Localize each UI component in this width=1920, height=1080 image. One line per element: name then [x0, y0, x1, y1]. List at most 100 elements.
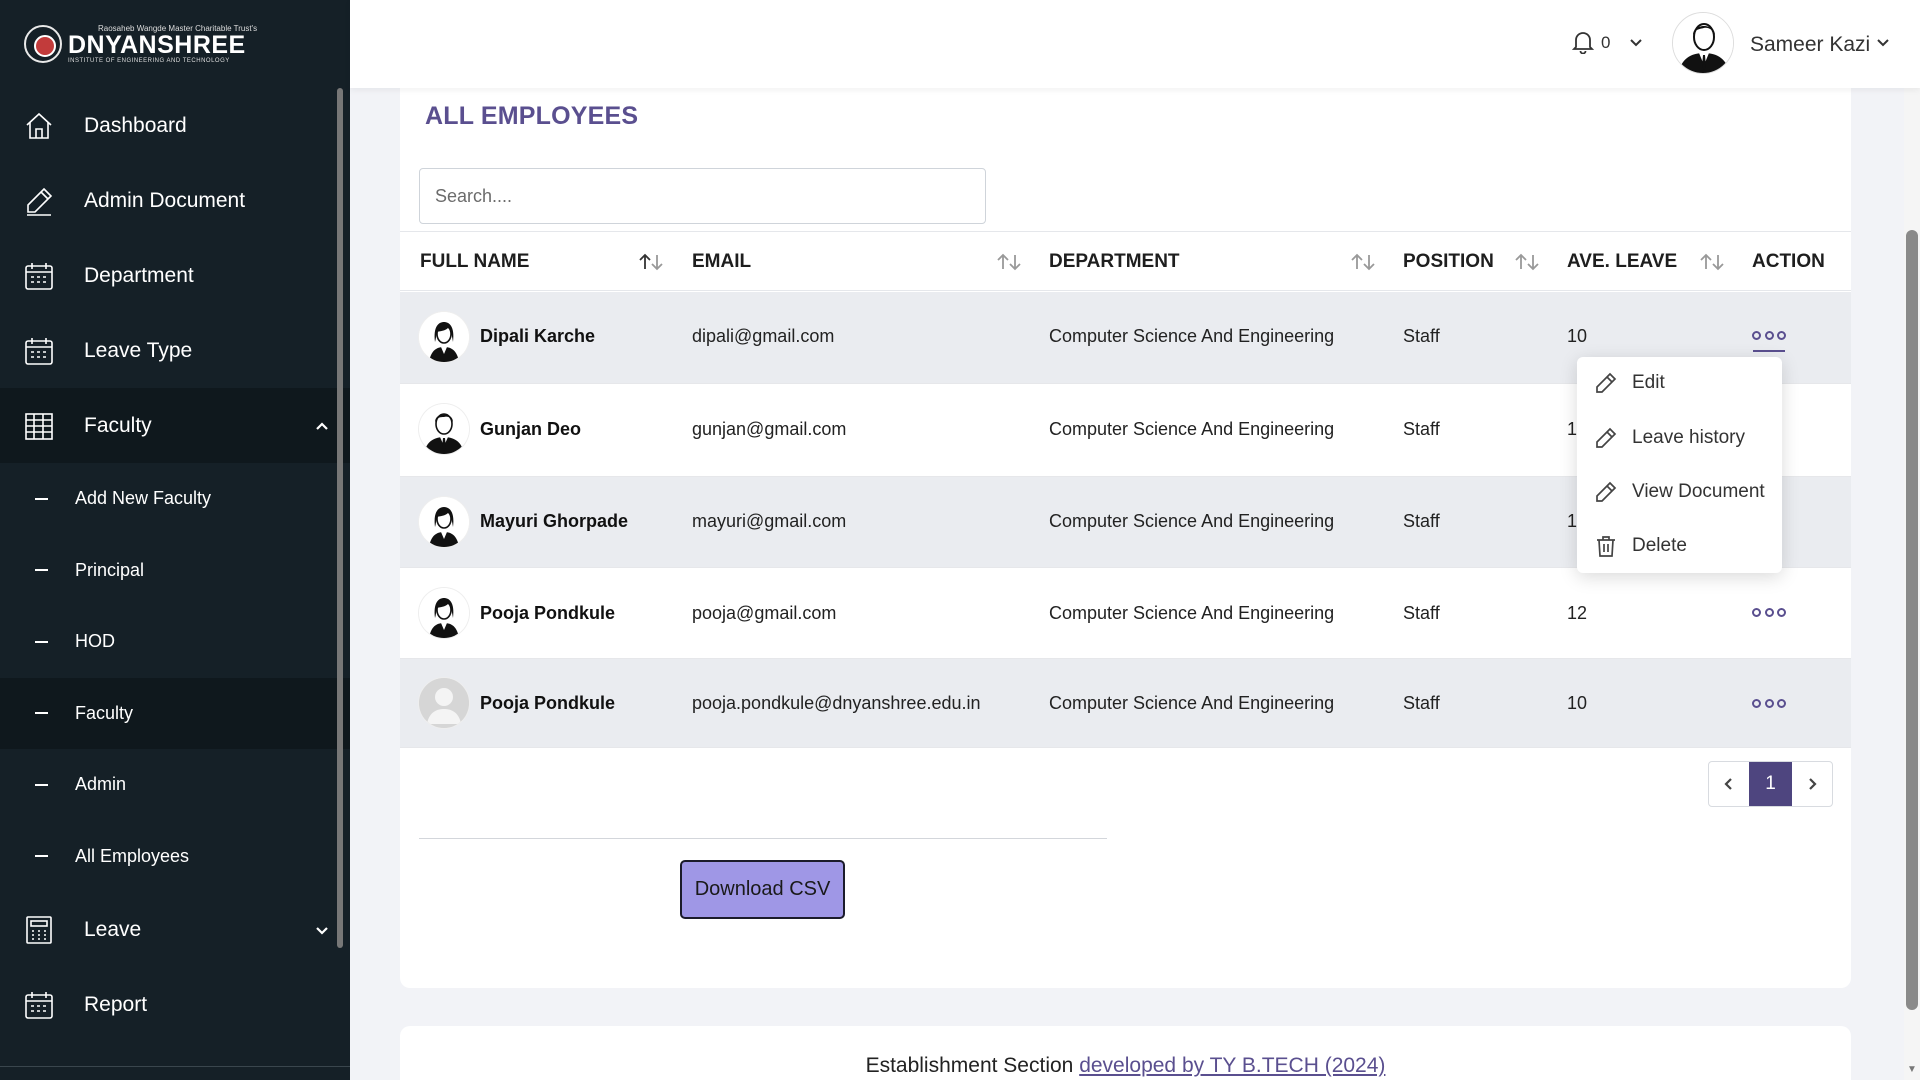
employee-position: Staff	[1403, 326, 1440, 346]
notification-count: 0	[1601, 33, 1611, 52]
chevron-down-icon[interactable]	[1876, 35, 1890, 49]
sidebar-item-dashboard[interactable]: Dashboard	[0, 88, 350, 163]
sidebar-item-report[interactable]: Report	[0, 967, 350, 1042]
sort-icon[interactable]	[1348, 252, 1378, 272]
sidebar: Raosaheb Wangde Master Charitable Trust'…	[0, 0, 350, 1080]
calendar-icon	[22, 988, 56, 1022]
pencil-icon	[22, 184, 56, 218]
brand-subtitle: INSTITUTE OF ENGINEERING AND TECHNOLOGY	[68, 57, 230, 64]
user-name[interactable]: Sameer Kazi	[1750, 33, 1870, 57]
sidebar-item-label: Dashboard	[84, 113, 187, 137]
employee-department: Computer Science And Engineering	[1049, 603, 1335, 623]
employee-email: pooja@gmail.com	[692, 603, 837, 623]
employee-department: Computer Science And Engineering	[1049, 419, 1335, 439]
sort-icon[interactable]	[994, 252, 1024, 272]
column-header-ave-leave[interactable]: AVE. LEAVE	[1567, 251, 1677, 273]
download-csv-button[interactable]: Download CSV	[680, 860, 845, 919]
bell-icon[interactable]	[1571, 30, 1595, 55]
sidebar-item-leave-type[interactable]: Leave Type	[0, 313, 350, 388]
dash-icon	[35, 783, 48, 786]
column-header-department[interactable]: DEPARTMENT	[1049, 251, 1180, 273]
employee-name: Mayuri Ghorpade	[480, 511, 629, 531]
menu-item-label: Edit	[1632, 372, 1665, 393]
topbar: 0 Sameer Kazi	[350, 0, 1920, 88]
menu-item-delete[interactable]: Delete	[1594, 531, 1687, 561]
pencil-icon	[1596, 481, 1617, 502]
action-focus-underline	[1753, 350, 1785, 352]
search-input[interactable]	[419, 168, 986, 224]
sidebar-item-label: Leave Type	[84, 338, 193, 362]
scroll-down-arrow-icon[interactable]: ▼	[1906, 1064, 1918, 1076]
sidebar-subitem-label: All Employees	[75, 845, 190, 866]
menu-item-view-document[interactable]: View Document	[1594, 477, 1765, 507]
dash-icon	[35, 497, 48, 500]
sidebar-scrollbar[interactable]	[337, 88, 343, 948]
menu-item-label: View Document	[1632, 481, 1765, 502]
sidebar-item-label: Department	[84, 263, 194, 287]
employee-name: Pooja Pondkule	[480, 693, 616, 713]
employee-name: Gunjan Deo	[480, 419, 582, 439]
employee-position: Staff	[1403, 603, 1440, 623]
column-header-action: ACTION	[1752, 251, 1825, 272]
table-row[interactable]: Pooja Pondkule pooja@gmail.com Computer …	[400, 568, 1851, 659]
employee-position: Staff	[1403, 693, 1440, 713]
avatar[interactable]	[1672, 12, 1734, 74]
sidebar-subitem-label: HOD	[75, 631, 115, 652]
employee-name: Dipali Karche	[480, 326, 596, 346]
sidebar-divider	[0, 1066, 350, 1067]
more-options-icon[interactable]	[1752, 328, 1786, 342]
sidebar-item-admin-document[interactable]: Admin Document	[0, 163, 350, 238]
chevron-down-icon[interactable]	[1629, 35, 1643, 49]
column-header-full-name[interactable]: FULL NAME	[420, 251, 529, 273]
pencil-icon	[1596, 372, 1617, 393]
action-dropdown-menu: Edit Leave history View Document Delete	[1577, 357, 1782, 573]
more-options-icon[interactable]	[1752, 605, 1786, 619]
sort-icon[interactable]	[1512, 252, 1542, 272]
avatar-male	[419, 404, 469, 454]
calendar-icon	[22, 259, 56, 293]
menu-item-edit[interactable]: Edit	[1594, 368, 1665, 398]
chevron-right-icon[interactable]	[1792, 762, 1832, 806]
footer-link[interactable]: developed by TY B.TECH (2024)	[1079, 1054, 1385, 1077]
page-number[interactable]: 1	[1749, 762, 1792, 806]
sidebar-subitem-hod[interactable]: HOD	[0, 606, 350, 678]
sidebar-subitem-label: Admin	[75, 774, 127, 795]
sidebar-subitem-add-new-faculty[interactable]: Add New Faculty	[0, 463, 350, 535]
sidebar-item-leave[interactable]: Leave	[0, 892, 350, 967]
avatar-female	[419, 497, 469, 547]
sort-icon[interactable]	[636, 252, 666, 272]
divider	[419, 838, 1107, 839]
home-icon	[22, 109, 56, 143]
column-header-position[interactable]: POSITION	[1403, 251, 1494, 273]
page-scrollbar-thumb[interactable]	[1906, 230, 1918, 1010]
dash-icon	[35, 855, 48, 858]
sidebar-subitem-label: Faculty	[75, 702, 134, 723]
menu-item-leave-history[interactable]: Leave history	[1594, 423, 1745, 453]
sidebar-item-department[interactable]: Department	[0, 238, 350, 313]
menu-item-label: Delete	[1632, 535, 1687, 556]
table-row[interactable]: Pooja Pondkule pooja.pondkule@dnyanshree…	[400, 659, 1851, 748]
chevron-down-icon	[314, 920, 330, 936]
employee-email: dipali@gmail.com	[692, 326, 835, 346]
chevron-up-icon	[314, 416, 330, 432]
employee-department: Computer Science And Engineering	[1049, 326, 1335, 346]
sort-icon[interactable]	[1697, 252, 1727, 272]
dash-icon	[35, 640, 48, 643]
sidebar-subitem-principal[interactable]: Principal	[0, 535, 350, 607]
chevron-left-icon[interactable]	[1709, 762, 1749, 806]
employee-position: Staff	[1403, 419, 1440, 439]
sidebar-item-label: Leave	[84, 917, 142, 941]
sidebar-subitem-faculty[interactable]: Faculty	[0, 677, 350, 749]
more-options-icon[interactable]	[1752, 696, 1786, 710]
grid-icon	[22, 409, 56, 443]
brand-logo[interactable]: Raosaheb Wangde Master Charitable Trust'…	[0, 0, 350, 88]
sidebar-subitem-all-employees[interactable]: All Employees	[0, 821, 350, 893]
column-header-email[interactable]: EMAIL	[692, 251, 751, 273]
employee-email: mayuri@gmail.com	[692, 511, 847, 531]
sidebar-subitem-admin[interactable]: Admin	[0, 749, 350, 821]
sidebar-subitem-label: Principal	[75, 559, 145, 580]
footer: Establishment Section developed by TY B.…	[400, 1026, 1851, 1080]
college-emblem-icon	[24, 25, 62, 63]
avatar-default	[419, 678, 469, 728]
sidebar-item-faculty[interactable]: Faculty	[0, 388, 350, 463]
